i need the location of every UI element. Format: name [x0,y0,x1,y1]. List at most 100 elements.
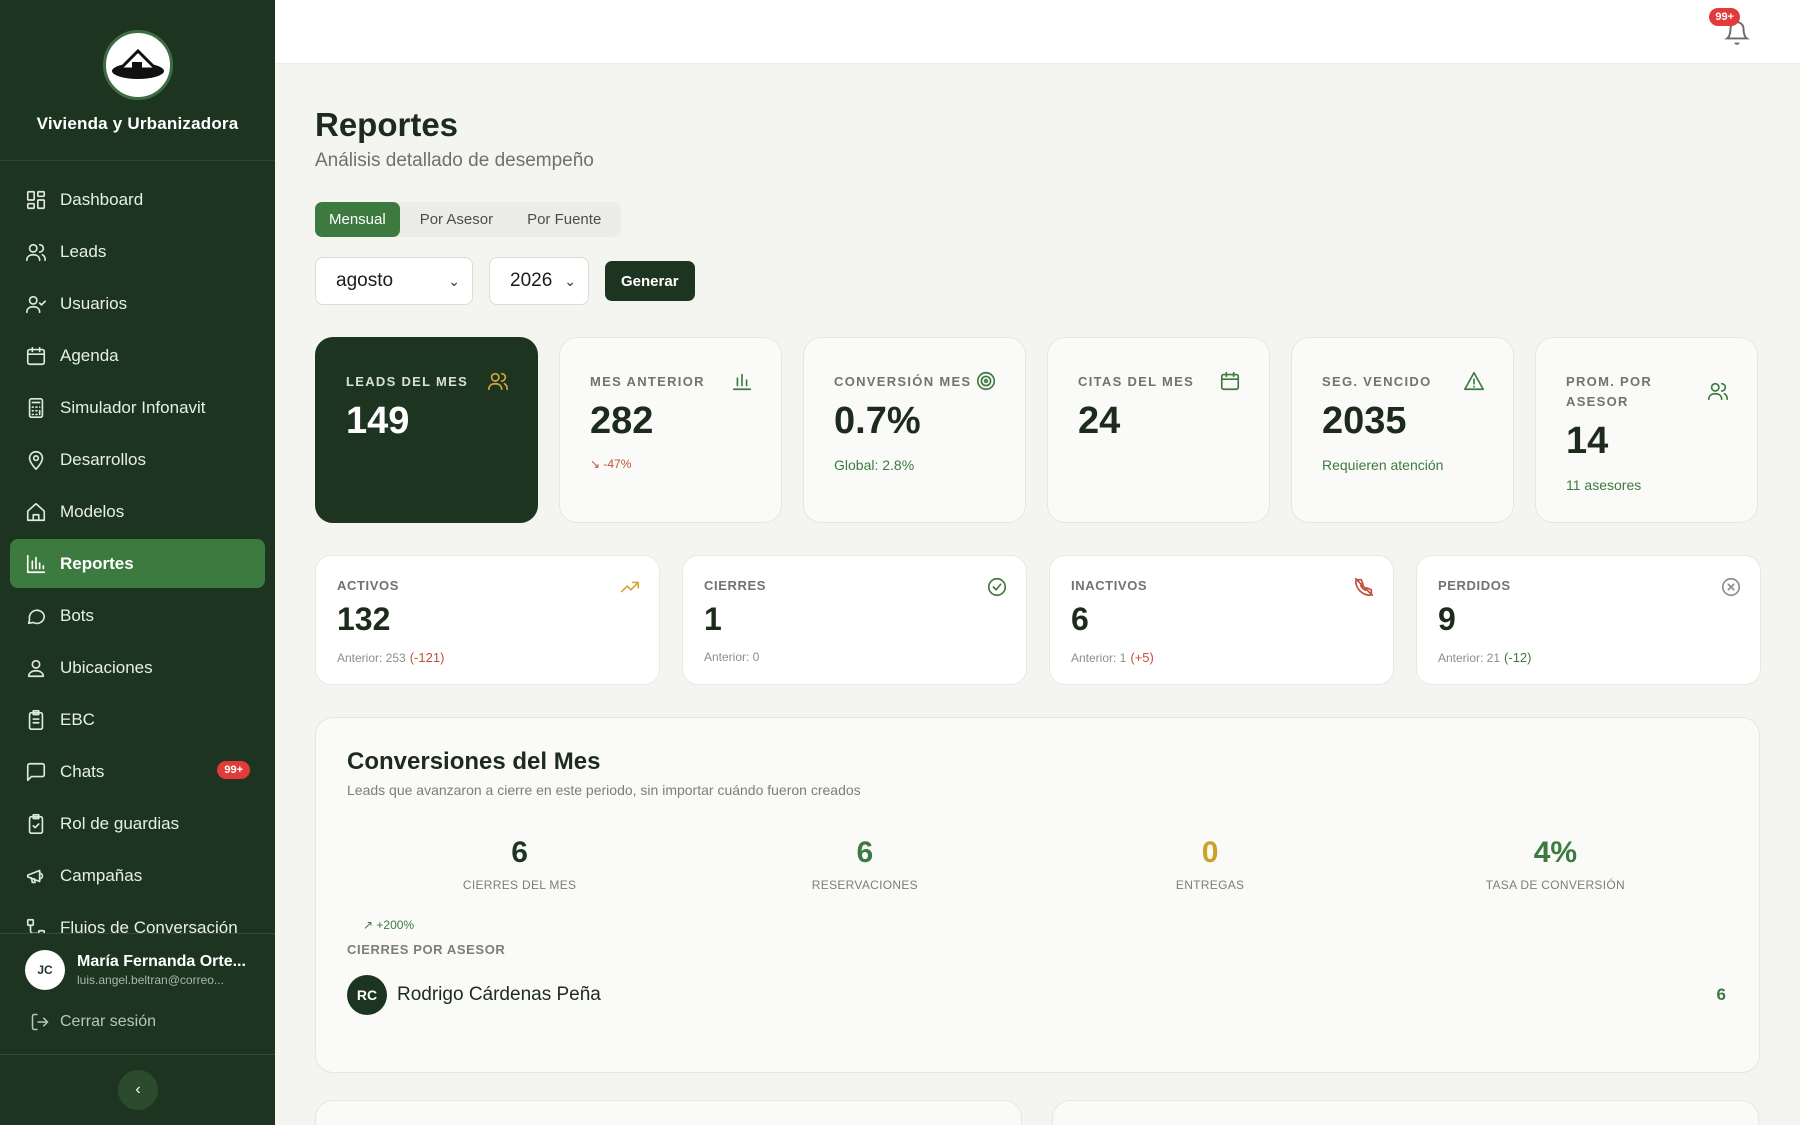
sidebar-item-agenda[interactable]: Agenda [10,331,265,380]
sidebar-item-dashboard[interactable]: Dashboard [10,175,265,224]
bottom-card-right [1052,1100,1759,1125]
users-icon [487,370,509,392]
calendar-icon [25,345,47,367]
kpi-label: MES ANTERIOR [590,374,705,389]
metric-label: TASA DE CONVERSIÓN [1485,878,1625,892]
user-profile: JC María Fernanda Orte... luis.angel.bel… [0,933,275,1055]
month-select[interactable]: agosto ⌄ [315,257,473,305]
sidebar-item-label: EBC [60,709,95,729]
kpi-trend: ↘ -47% [590,457,632,471]
kpi-card-prom-por-asesor: PROM. POR ASESOR 14 11 asesores [1535,337,1758,523]
sidebar-item-leads[interactable]: Leads [10,227,265,276]
trending-up-icon [619,576,641,598]
kpi-label: LEADS DEL MES [346,374,469,389]
sidebar-item-campanas[interactable]: Campañas [10,851,265,900]
status-cards: ACTIVOS 132 Anterior: 253 (-121) CIERRES … [315,555,1761,685]
check-circle-icon [986,576,1008,598]
dashboard-icon [25,189,47,211]
avatar: JC [25,950,65,990]
collapse-sidebar-button[interactable]: ‹ [118,1070,158,1110]
stat-previous-label: Anterior: 1 [1071,651,1127,665]
sidebar-item-label: Ubicaciones [60,657,153,677]
user-row[interactable]: JC María Fernanda Orte... luis.angel.bel… [0,934,275,990]
kpi-card-leads-del-mes: LEADS DEL MES 149 [315,337,538,523]
stat-delta: (+5) [1130,650,1154,665]
metric-cierres-del-mes: 6 CIERRES DEL MES ↗ +200% [347,836,692,932]
stat-card-inactivos: INACTIVOS 6 Anterior: 1 (+5) [1049,555,1394,685]
kpi-label: CONVERSIÓN MES [834,374,972,389]
clipboard-check-icon [25,813,47,835]
warning-icon [1463,370,1485,392]
stat-label: ACTIVOS [337,578,399,593]
sidebar-item-label: Bots [60,605,95,625]
stat-card-cierres: CIERRES 1 Anterior: 0 [682,555,1027,685]
stat-card-activos: ACTIVOS 132 Anterior: 253 (-121) [315,555,660,685]
chevron-down-icon: ⌄ [448,272,460,289]
sidebar-item-modelos[interactable]: Modelos [10,487,265,536]
sidebar-item-ebc[interactable]: EBC [10,695,265,744]
sidebar-item-reportes[interactable]: Reportes [10,539,265,588]
sidebar-item-desarrollos[interactable]: Desarrollos [10,435,265,484]
stat-previous-label: Anterior: 21 [1438,651,1501,665]
stat-previous: Anterior: 21 (-12) [1438,650,1739,665]
flow-icon [25,917,47,933]
sidebar-item-label: Desarrollos [60,449,146,469]
sidebar-item-label: Agenda [60,345,119,365]
users-icon [25,241,47,263]
page-title: Reportes [315,106,459,143]
megaphone-icon [25,865,47,887]
map-pin-icon [25,449,47,471]
clipboard-icon [25,709,47,731]
year-select-value: 2026 [510,270,553,291]
stat-delta: (-121) [409,650,445,665]
company-logo [102,30,173,100]
month-select-value: agosto [336,270,394,291]
conversions-title: Conversiones del Mes [347,748,601,775]
conversions-panel: Conversiones del Mes Leads que avanzaron… [315,717,1760,1073]
kpi-value: 2035 [1322,400,1407,442]
sidebar-item-ubicaciones[interactable]: Ubicaciones [10,643,265,692]
x-circle-icon [1720,576,1742,598]
year-select[interactable]: 2026 ⌄ [489,257,589,305]
bar-chart-icon [25,553,47,575]
sidebar-item-label: Flujos de Conversación [60,917,238,934]
sidebar-item-flujos[interactable]: Flujos de Conversación [10,903,265,933]
calculator-icon [25,397,47,419]
generate-button[interactable]: Generar [605,261,695,301]
report-tabs: Mensual Por Asesor Por Fuente [315,202,622,237]
sidebar-item-label: Usuarios [60,293,128,313]
users-icon [1707,380,1729,402]
sidebar-nav: Dashboard Leads Usuarios Agenda Simulado… [10,175,265,933]
target-icon [975,370,997,392]
sidebar-item-usuarios[interactable]: Usuarios [10,279,265,328]
stat-value: 6 [1071,601,1089,637]
tab-por-asesor[interactable]: Por Asesor [406,202,507,237]
sidebar-item-label: Campañas [60,865,143,885]
sidebar-item-simulador[interactable]: Simulador Infonavit [10,383,265,432]
metric-tasa-de-conversion: 4% TASA DE CONVERSIÓN [1383,836,1728,892]
logout-button[interactable]: Cerrar sesión [0,990,275,1032]
sidebar-item-rol-de-guardias[interactable]: Rol de guardias [10,799,265,848]
kpi-value: 0.7% [834,400,921,442]
phone-off-icon [1353,576,1375,598]
user-check-icon [25,293,47,315]
sidebar: Vivienda y Urbanizadora Dashboard Leads … [0,0,275,1125]
metric-trend: ↗ +200% [363,918,415,932]
metric-label: RESERVACIONES [811,878,918,892]
chats-unread-badge: 99+ [217,761,250,779]
kpi-card-conversion-mes: CONVERSIÓN MES 0.7% Global: 2.8% [803,337,1026,523]
tab-mensual[interactable]: Mensual [315,202,400,237]
bottom-card-left [315,1100,1022,1125]
sidebar-item-chats[interactable]: Chats 99+ [10,747,265,796]
user-pin-icon [25,657,47,679]
metric-value: 6 [511,836,528,869]
sidebar-item-bots[interactable]: Bots [10,591,265,640]
brand-name: Vivienda y Urbanizadora [36,114,239,133]
tab-por-fuente[interactable]: Por Fuente [513,202,615,237]
stat-label: PERDIDOS [1438,578,1511,593]
message-square-icon [25,761,47,783]
stat-label: CIERRES [704,578,766,593]
user-email: luis.angel.beltran@correo... [77,973,224,987]
sidebar-item-label: Reportes [60,553,134,573]
advisor-name: Rodrigo Cárdenas Peña [397,984,601,1005]
